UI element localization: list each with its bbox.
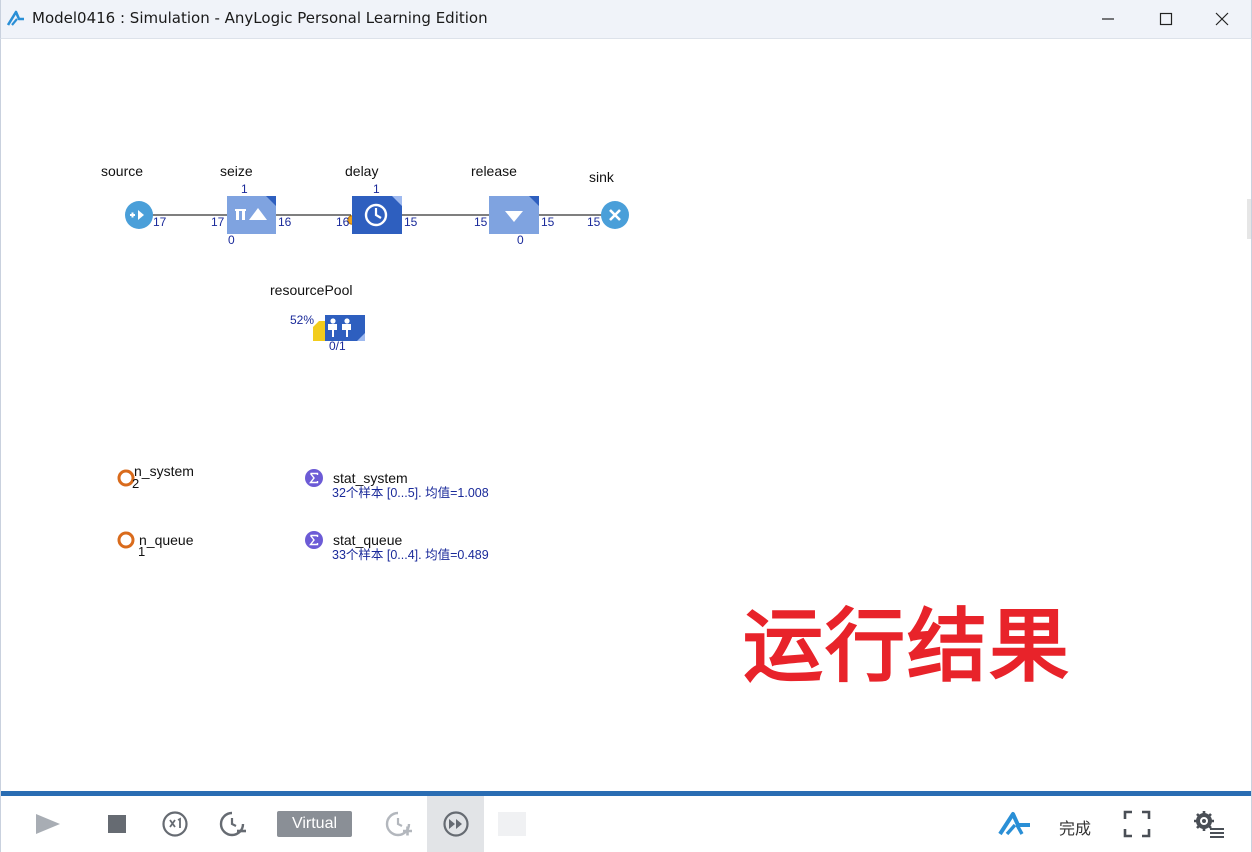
overlay-annotation: 运行结果: [743, 600, 1071, 693]
release-label: release: [471, 163, 517, 179]
seize-label: seize: [220, 163, 253, 179]
minimize-button[interactable]: [1079, 0, 1137, 38]
sigma-icon: [305, 469, 323, 487]
statistics-stat-system-summary: 32个样本 [0...5]. 均值=1.008: [332, 486, 489, 500]
play-icon: [36, 814, 60, 834]
gear-icon: [1194, 811, 1224, 838]
step-button[interactable]: [498, 796, 526, 852]
release-bottom-count: 0: [517, 233, 524, 247]
seize-bottom-count: 0: [228, 233, 235, 247]
stop-icon: [108, 815, 126, 833]
fast-forward-button[interactable]: [427, 796, 484, 852]
slow-down-button[interactable]: [215, 796, 251, 852]
sigma-icon: [305, 531, 323, 549]
maximize-button[interactable]: [1137, 0, 1195, 38]
resource-pool-utilization: 52%: [290, 313, 315, 327]
seize-block[interactable]: [227, 196, 276, 234]
source-icon: [125, 201, 153, 229]
anylogic-logo-icon: [998, 812, 1030, 836]
release-block[interactable]: [489, 196, 539, 234]
simulation-canvas[interactable]: source 17 seize 1 17 16 0 delay 1 16 15 …: [0, 39, 1252, 791]
release-icon: [489, 196, 539, 234]
speed-up-button[interactable]: [381, 796, 417, 852]
variable-n-queue-value: 1: [138, 544, 146, 559]
statistics-stat-queue[interactable]: [305, 531, 323, 549]
virtual-time-button[interactable]: Virtual: [277, 811, 352, 837]
sink-block[interactable]: [600, 200, 630, 230]
fullscreen-icon: [1123, 810, 1151, 838]
delay-label: delay: [345, 163, 379, 179]
resource-pool-block[interactable]: [313, 315, 365, 341]
statistics-stat-queue-summary: 33个样本 [0...4]. 均值=0.489: [332, 548, 489, 562]
run-button[interactable]: [27, 796, 67, 852]
delay-block[interactable]: [352, 196, 402, 234]
source-label: source: [101, 163, 144, 179]
seize-top-count: 1: [241, 182, 248, 196]
close-button[interactable]: [1193, 0, 1251, 38]
speed-x1-icon: [162, 811, 188, 837]
simulation-toolbar: Virtual 完成: [0, 791, 1252, 852]
step-placeholder-icon: [498, 812, 526, 836]
seize-icon: [227, 196, 276, 234]
statistics-stat-system[interactable]: [305, 469, 323, 487]
seize-in-count: 17: [211, 215, 225, 229]
maximize-icon: [1159, 12, 1173, 26]
scrollbar[interactable]: [1247, 199, 1251, 239]
anylogic-status-logo: [995, 796, 1035, 852]
delay-top-count: 1: [373, 182, 380, 196]
release-in-count: 15: [474, 215, 488, 229]
window-title: Model0416 : Simulation - AnyLogic Person…: [32, 9, 488, 27]
simulation-status: 完成: [1059, 819, 1092, 838]
sink-in-count: 15: [587, 215, 601, 229]
stop-button[interactable]: [101, 796, 133, 852]
release-out-count: 15: [541, 215, 555, 229]
variable-n-system-value: 2: [132, 476, 140, 491]
settings-button[interactable]: [1191, 796, 1227, 852]
source-block[interactable]: [124, 200, 154, 230]
delay-icon: [352, 196, 402, 234]
seize-out-count: 16: [278, 215, 292, 229]
resource-pool-label: resourcePool: [270, 282, 353, 298]
speed-up-icon: [385, 811, 412, 837]
sink-icon: [601, 201, 629, 229]
close-icon: [1215, 12, 1229, 26]
speed-x1-button[interactable]: [157, 796, 193, 852]
minimize-icon: [1102, 18, 1114, 20]
fullscreen-button[interactable]: [1119, 796, 1155, 852]
resource-pool-icon: [313, 315, 365, 341]
anylogic-logo-icon: [6, 10, 24, 26]
process-flow-connectors: [139, 214, 615, 216]
slow-down-icon: [219, 811, 246, 837]
variable-n-queue[interactable]: [117, 531, 135, 549]
variable-n-system-name: n_system: [134, 463, 194, 479]
title-bar: Model0416 : Simulation - AnyLogic Person…: [0, 0, 1252, 39]
sink-label: sink: [589, 169, 614, 185]
delay-in-count: 16: [336, 215, 350, 229]
resource-pool-count: 0/1: [329, 339, 346, 353]
delay-out-count: 15: [404, 215, 418, 229]
fast-forward-icon: [442, 811, 469, 837]
variable-n-queue-name: n_queue: [139, 532, 194, 548]
source-out-count: 17: [153, 215, 167, 229]
variable-icon: [117, 531, 135, 549]
